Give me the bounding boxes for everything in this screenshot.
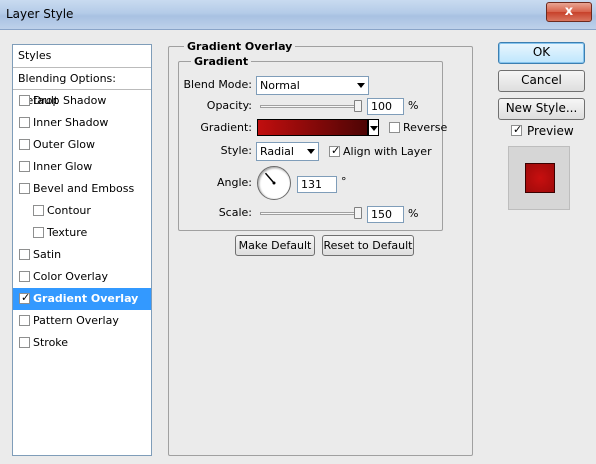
- style-item-label: Outer Glow: [33, 138, 96, 151]
- style-item-outer-glow[interactable]: Outer Glow: [13, 134, 151, 156]
- style-checkbox-gradient-overlay[interactable]: ✓: [19, 291, 31, 304]
- style-checkbox-stroke[interactable]: [19, 337, 30, 348]
- preview-checkbox[interactable]: ✓: [511, 123, 523, 136]
- chevron-down-icon: [357, 83, 365, 88]
- opacity-unit: %: [408, 99, 419, 112]
- preview-box: [508, 146, 570, 210]
- style-item-label: Pattern Overlay: [33, 314, 119, 327]
- style-item-inner-glow[interactable]: Inner Glow: [13, 156, 151, 178]
- style-checkbox-color-overlay[interactable]: [19, 271, 30, 282]
- style-item-satin[interactable]: Satin: [13, 244, 151, 266]
- opacity-input[interactable]: 100: [367, 98, 404, 115]
- reset-to-default-button[interactable]: Reset to Default: [322, 235, 414, 256]
- style-item-color-overlay[interactable]: Color Overlay: [13, 266, 151, 288]
- style-item-label: Inner Glow: [33, 160, 93, 173]
- style-value: Radial: [260, 145, 294, 158]
- style-checkbox-pattern-overlay[interactable]: [19, 315, 30, 326]
- blend-mode-value: Normal: [260, 79, 300, 92]
- dialog-body: Styles Blending Options: Default Drop Sh…: [0, 30, 596, 464]
- checkmark-icon: ✓: [513, 123, 523, 136]
- scale-label: Scale:: [218, 206, 252, 219]
- style-item-label: Satin: [33, 248, 62, 261]
- style-item-texture[interactable]: Texture: [13, 222, 151, 244]
- angle-label: Angle:: [216, 176, 252, 189]
- style-item-bevel-and-emboss[interactable]: Bevel and Emboss: [13, 178, 151, 200]
- styles-header[interactable]: Styles: [13, 45, 151, 68]
- chevron-down-icon: [370, 126, 378, 131]
- gradient-picker[interactable]: [257, 119, 368, 136]
- style-item-label: Drop Shadow: [33, 94, 107, 107]
- blend-mode-select[interactable]: Normal: [256, 76, 369, 95]
- close-icon: x: [564, 4, 574, 19]
- style-item-inner-shadow[interactable]: Inner Shadow: [13, 112, 151, 134]
- style-checkbox-contour[interactable]: [33, 205, 44, 216]
- checkmark-icon: ✓: [21, 291, 31, 304]
- window-title: Layer Style: [6, 7, 74, 21]
- scale-slider-thumb[interactable]: [354, 207, 362, 219]
- style-item-label: Color Overlay: [33, 270, 108, 283]
- style-checkbox-satin[interactable]: [19, 249, 30, 260]
- title-bar: Layer Style x: [0, 0, 596, 30]
- opacity-slider-track[interactable]: [260, 105, 362, 108]
- style-select[interactable]: Radial: [256, 142, 319, 161]
- style-checkbox-texture[interactable]: [33, 227, 44, 238]
- gradient-label: Gradient:: [200, 121, 252, 134]
- chevron-down-icon: [307, 149, 315, 154]
- angle-input[interactable]: 131: [297, 176, 337, 193]
- checkmark-icon: ✓: [331, 144, 341, 157]
- angle-dial-icon: [264, 172, 276, 185]
- style-item-label: Gradient Overlay: [33, 292, 139, 305]
- opacity-label: Opacity:: [206, 99, 252, 112]
- scale-unit: %: [408, 207, 419, 220]
- preview-swatch: [525, 163, 555, 193]
- style-checkbox-bevel-and-emboss[interactable]: [19, 183, 30, 194]
- style-item-contour[interactable]: Contour: [13, 200, 151, 222]
- style-item-label: Inner Shadow: [33, 116, 109, 129]
- style-checkbox-outer-glow[interactable]: [19, 139, 30, 150]
- align-with-layer-checkbox[interactable]: ✓: [329, 144, 341, 157]
- ok-button[interactable]: OK: [498, 42, 585, 64]
- blend-mode-label: Blend Mode:: [183, 78, 253, 91]
- reverse-label: Reverse: [403, 121, 448, 134]
- style-item-pattern-overlay[interactable]: Pattern Overlay: [13, 310, 151, 332]
- gradient-subgroup-title: Gradient: [191, 55, 252, 68]
- styles-list: Styles Blending Options: Default Drop Sh…: [12, 44, 152, 456]
- style-item-drop-shadow[interactable]: Drop Shadow: [13, 90, 151, 112]
- style-checkbox-drop-shadow[interactable]: [19, 95, 30, 106]
- style-item-gradient-overlay[interactable]: ✓ Gradient Overlay: [13, 288, 151, 310]
- style-label: Style:: [220, 144, 252, 157]
- align-with-layer-label: Align with Layer: [343, 145, 432, 158]
- style-checkbox-inner-glow[interactable]: [19, 161, 30, 172]
- style-checkbox-inner-shadow[interactable]: [19, 117, 30, 128]
- angle-dial[interactable]: [257, 166, 291, 200]
- style-item-label: Contour: [47, 204, 91, 217]
- style-item-stroke[interactable]: Stroke: [13, 332, 151, 354]
- scale-slider-track[interactable]: [260, 212, 362, 215]
- new-style-button[interactable]: New Style...: [498, 98, 585, 120]
- reverse-checkbox[interactable]: [389, 122, 400, 133]
- angle-unit: °: [341, 175, 347, 188]
- make-default-button[interactable]: Make Default: [235, 235, 315, 256]
- blending-options-item[interactable]: Blending Options: Default: [13, 68, 151, 107]
- preview-label: Preview: [527, 124, 574, 138]
- opacity-slider-thumb[interactable]: [354, 100, 362, 112]
- style-item-label: Bevel and Emboss: [33, 182, 135, 195]
- style-item-label: Stroke: [33, 336, 69, 349]
- scale-input[interactable]: 150: [367, 206, 404, 223]
- close-button[interactable]: x: [546, 2, 592, 22]
- cancel-button[interactable]: Cancel: [498, 70, 585, 92]
- gradient-dropdown[interactable]: [368, 119, 379, 136]
- gradient-overlay-title: Gradient Overlay: [184, 40, 296, 53]
- style-item-label: Texture: [47, 226, 88, 239]
